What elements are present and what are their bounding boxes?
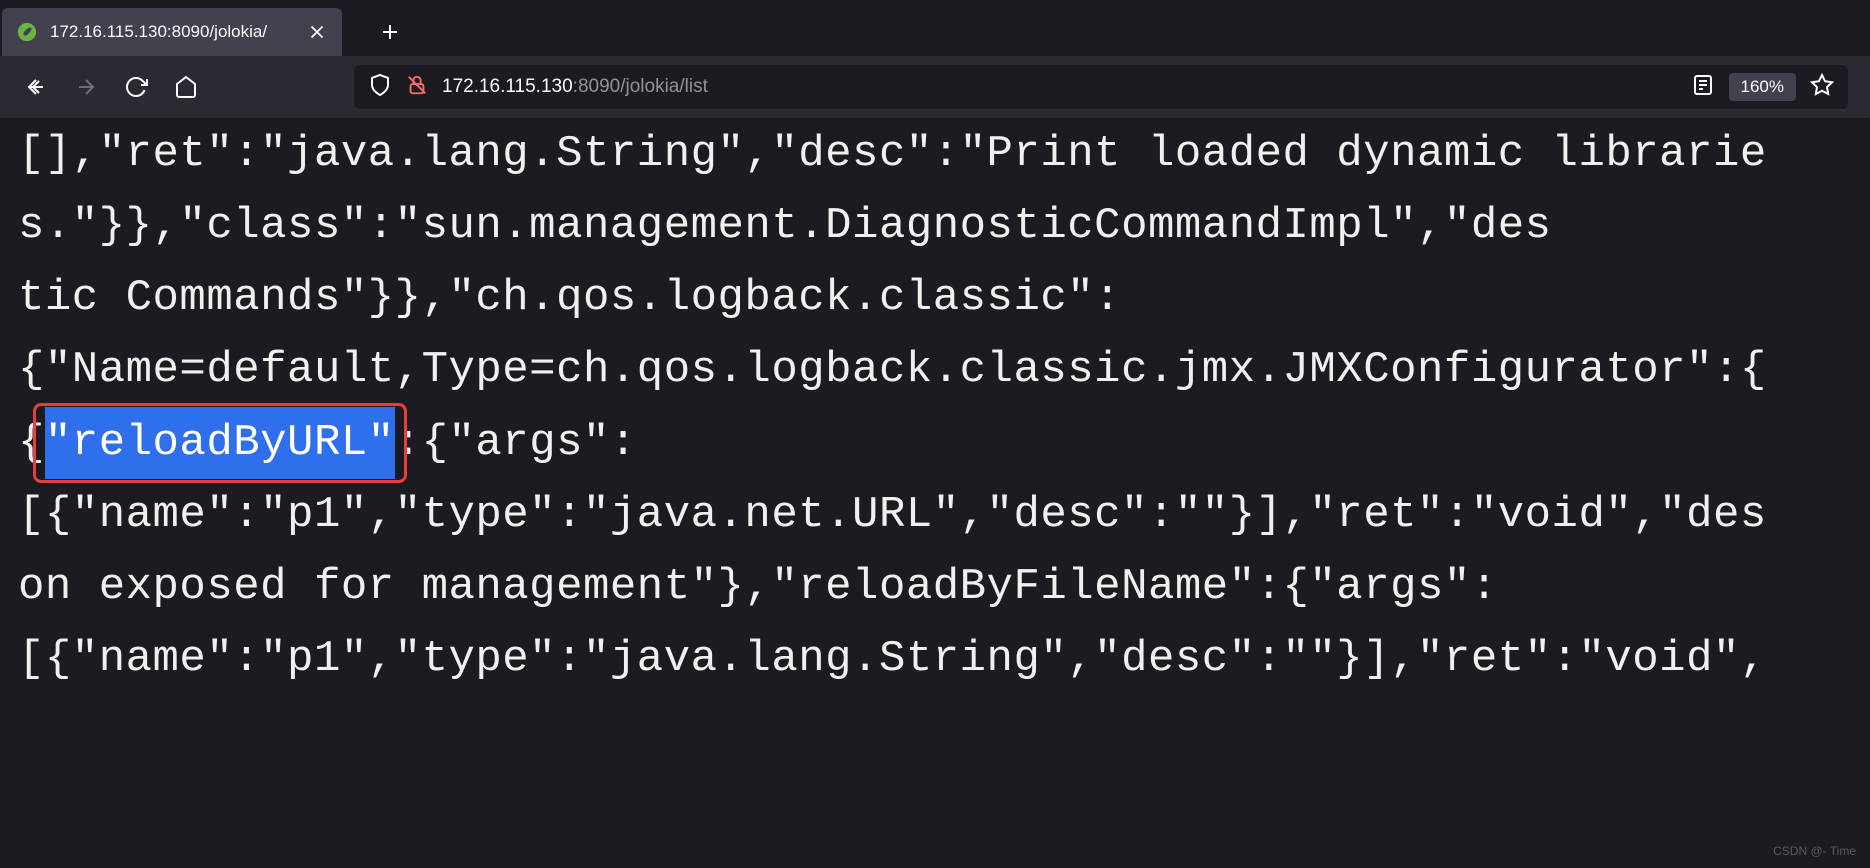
- bookmark-star-icon[interactable]: [1810, 73, 1834, 102]
- home-button[interactable]: [164, 65, 208, 109]
- tab-title: 172.16.115.130:8090/jolokia/: [50, 22, 298, 42]
- back-button[interactable]: [14, 65, 58, 109]
- new-tab-button[interactable]: [370, 12, 410, 52]
- page-content: [],"ret":"java.lang.String","desc":"Prin…: [0, 118, 1870, 695]
- zoom-level[interactable]: 160%: [1729, 73, 1796, 101]
- close-tab-button[interactable]: [306, 21, 328, 43]
- tab-bar: 172.16.115.130:8090/jolokia/: [0, 0, 1870, 56]
- content-text-4-pre: {: [18, 418, 45, 468]
- content-text-7: [{"name":"p1","type":"java.lang.String",…: [18, 634, 1767, 684]
- favicon-spring-icon: [16, 21, 38, 43]
- reload-button[interactable]: [114, 65, 158, 109]
- toolbar: 172.16.115.130:8090/jolokia/list 160%: [0, 56, 1870, 118]
- reader-mode-icon[interactable]: [1691, 73, 1715, 102]
- url-display: 172.16.115.130:8090/jolokia/list: [442, 76, 1677, 98]
- content-text-2: tic Commands"}},"ch.qos.logback.classic"…: [18, 273, 1121, 323]
- content-text-6: on exposed for management"},"reloadByFil…: [18, 562, 1498, 612]
- forward-button[interactable]: [64, 65, 108, 109]
- content-text-4-post: :{"args":: [395, 418, 637, 468]
- address-bar[interactable]: 172.16.115.130:8090/jolokia/list 160%: [354, 65, 1848, 109]
- content-text-3: {"Name=default,Type=ch.qos.logback.class…: [18, 345, 1767, 395]
- browser-tab[interactable]: 172.16.115.130:8090/jolokia/: [2, 8, 342, 56]
- insecure-lock-icon[interactable]: [406, 74, 428, 101]
- content-text-5: [{"name":"p1","type":"java.net.URL","des…: [18, 490, 1767, 540]
- browser-chrome: 172.16.115.130:8090/jolokia/: [0, 0, 1870, 118]
- highlighted-text: "reloadByURL": [45, 407, 395, 479]
- content-text-1: [],"ret":"java.lang.String","desc":"Prin…: [18, 129, 1767, 251]
- shield-icon[interactable]: [368, 73, 392, 102]
- watermark: CSDN @- Time: [1773, 844, 1856, 858]
